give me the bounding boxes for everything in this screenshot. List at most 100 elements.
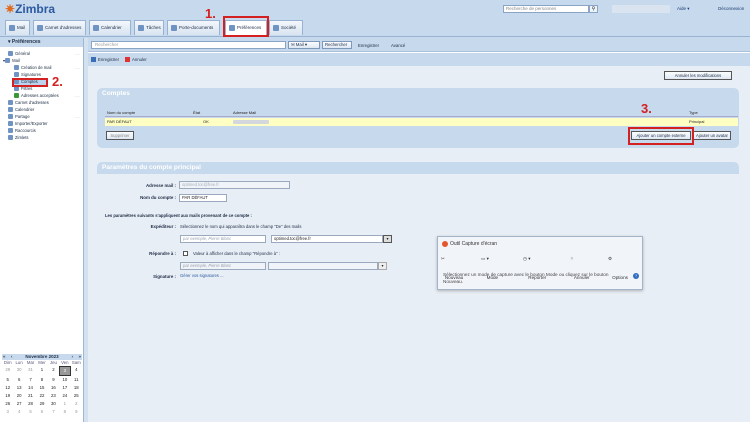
- calendar-day[interactable]: 7: [48, 408, 59, 416]
- search-button[interactable]: Rechercher: [322, 41, 352, 49]
- help-icon[interactable]: ?: [633, 273, 639, 279]
- search-icon[interactable]: ⚲: [589, 5, 598, 13]
- next-month-button[interactable]: ›: [72, 354, 74, 360]
- calendar-day[interactable]: 2: [71, 400, 82, 408]
- delete-account-button[interactable]: Supprimer: [106, 131, 134, 140]
- calendar-day[interactable]: 12: [2, 384, 13, 392]
- sidebar-item-shortcuts[interactable]: Raccourcis: [8, 128, 36, 134]
- sender-name-input[interactable]: par exemple, Pierre Blanc: [180, 235, 266, 243]
- help-menu[interactable]: Aide ▾: [677, 6, 690, 12]
- reply-to-checkbox[interactable]: [183, 251, 188, 256]
- table-row[interactable]: PAR DÉFAUT OK Principal: [105, 118, 738, 126]
- calendar-day[interactable]: 6: [13, 376, 24, 384]
- calendar-day[interactable]: 29: [2, 366, 13, 376]
- calendar-day[interactable]: 29: [36, 400, 47, 408]
- sidebar-item-sharing[interactable]: Partage: [8, 114, 30, 120]
- snip-cancel-button[interactable]: ✕ Annuler: [570, 256, 590, 280]
- calendar-day[interactable]: 1: [59, 400, 70, 408]
- calendar-day[interactable]: 9: [48, 376, 59, 384]
- calendar-day[interactable]: 20: [13, 392, 24, 400]
- tab-tasks[interactable]: Tâches: [134, 20, 164, 35]
- tab-address-book[interactable]: Carnet d'adresses: [33, 20, 86, 35]
- sidebar-item-calendar[interactable]: Calendrier: [8, 107, 34, 113]
- calendar-day[interactable]: 7: [25, 376, 36, 384]
- chevron-down-icon[interactable]: ▾: [378, 262, 387, 270]
- calendar-day[interactable]: 17: [59, 384, 70, 392]
- sidebar-item-trusted-addresses[interactable]: Adresses acceptées: [14, 93, 59, 99]
- tab-mail[interactable]: Mail: [5, 20, 30, 35]
- tab-calendar[interactable]: Calendrier: [89, 20, 131, 35]
- calendar-day[interactable]: 27: [13, 400, 24, 408]
- snip-new-button[interactable]: ✂ Nouveau: [441, 256, 463, 280]
- user-account-menu[interactable]: [612, 5, 670, 13]
- prev-year-button[interactable]: «: [3, 354, 6, 360]
- cancel-button[interactable]: Annuler: [125, 57, 147, 62]
- calendar-day[interactable]: 25: [71, 392, 82, 400]
- calendar-day[interactable]: 5: [25, 408, 36, 416]
- sidebar-item-zimlets[interactable]: Zimlets: [8, 135, 29, 141]
- calendar-day[interactable]: 26: [2, 400, 13, 408]
- advanced-search-link[interactable]: Avancé: [391, 43, 405, 48]
- col-state[interactable]: État: [193, 109, 200, 117]
- calendar-day[interactable]: 30: [13, 366, 24, 376]
- people-search-input[interactable]: Recherche de personnes: [503, 5, 589, 13]
- calendar-day[interactable]: 8: [36, 376, 47, 384]
- next-year-button[interactable]: »: [78, 354, 81, 360]
- sidebar-item-address-book[interactable]: Carnet d'adresses: [8, 100, 49, 106]
- calendar-day[interactable]: 13: [13, 384, 24, 392]
- account-name-input[interactable]: PAR DÉFAUT: [179, 194, 227, 202]
- search-scope-select[interactable]: ✉ Mail ▾: [288, 41, 320, 49]
- calendar-day[interactable]: 30: [48, 400, 59, 408]
- snip-delay-button[interactable]: ◷ Reporter ▾: [523, 256, 546, 280]
- sidebar-title[interactable]: ▾ Préférences: [0, 38, 83, 47]
- calendar-day[interactable]: 8: [59, 408, 70, 416]
- calendar-day[interactable]: 31: [25, 366, 36, 376]
- sidebar-item-general[interactable]: Général: [8, 51, 30, 57]
- reply-to-address-select[interactable]: [268, 262, 378, 270]
- tab-company[interactable]: Société: [269, 20, 303, 35]
- calendar-day[interactable]: 15: [36, 384, 47, 392]
- calendar-day[interactable]: 24: [59, 392, 70, 400]
- calendar-day[interactable]: 16: [48, 384, 59, 392]
- cancel-modifications-button[interactable]: Annuler les modifications: [664, 71, 732, 80]
- calendar-day[interactable]: 11: [71, 376, 82, 384]
- save-button[interactable]: Enregistrer: [91, 57, 119, 62]
- add-persona-button[interactable]: Ajouter un avatar: [693, 131, 731, 140]
- calendar-day[interactable]: 4: [13, 408, 24, 416]
- calendar-day[interactable]: 6: [36, 408, 47, 416]
- col-account-name[interactable]: Nom du compte: [107, 109, 135, 117]
- calendar-day[interactable]: 10: [59, 376, 70, 384]
- calendar-day[interactable]: 19: [2, 392, 13, 400]
- calendar-day[interactable]: 5: [2, 376, 13, 384]
- calendar-day[interactable]: 28: [25, 400, 36, 408]
- calendar-day[interactable]: 21: [25, 392, 36, 400]
- col-email[interactable]: Adresse Mail: [233, 109, 256, 117]
- snip-options-button[interactable]: ⚙ Options: [608, 256, 628, 280]
- logout-link[interactable]: Déconnexion: [718, 6, 744, 11]
- calendar-day[interactable]: 1: [36, 366, 47, 376]
- prev-month-button[interactable]: ‹: [11, 354, 13, 360]
- sender-address-select[interactable]: optimed.toc@free.fr: [271, 235, 383, 243]
- calendar-day[interactable]: 3: [2, 408, 13, 416]
- calendar-day[interactable]: 14: [25, 384, 36, 392]
- calendar-day[interactable]: 22: [36, 392, 47, 400]
- manage-signatures-link[interactable]: Gérer vos signatures ...: [180, 273, 224, 278]
- sidebar-item-mail[interactable]: ▾ Mail: [3, 58, 20, 64]
- annotation-label-1: 1.: [205, 6, 216, 21]
- calendar-day[interactable]: 4: [71, 366, 82, 376]
- snip-mode-button[interactable]: ▭ Mode ▾: [481, 256, 498, 280]
- calendar-day[interactable]: 9: [71, 408, 82, 416]
- calendar-day[interactable]: 2: [48, 366, 59, 376]
- calendar-day[interactable]: 3: [59, 366, 71, 377]
- search-input[interactable]: Rechercher: [91, 41, 286, 49]
- chevron-down-icon[interactable]: ▾: [383, 235, 392, 243]
- snipping-tool-window[interactable]: Outil Capture d'écran ✂ Nouveau ▭ Mode ▾…: [437, 236, 643, 290]
- save-search-link[interactable]: Enregistrer: [358, 43, 379, 48]
- sidebar-item-compose[interactable]: Création de mail: [14, 65, 52, 71]
- reply-to-name-input[interactable]: par exemple, Pierre Blanc: [180, 262, 266, 270]
- tab-briefcase[interactable]: Porte-documents: [167, 20, 220, 35]
- calendar-day[interactable]: 23: [48, 392, 59, 400]
- sidebar-item-import-export[interactable]: Importer/Exporter: [8, 121, 48, 127]
- col-type[interactable]: Type: [689, 109, 698, 117]
- calendar-day[interactable]: 18: [71, 384, 82, 392]
